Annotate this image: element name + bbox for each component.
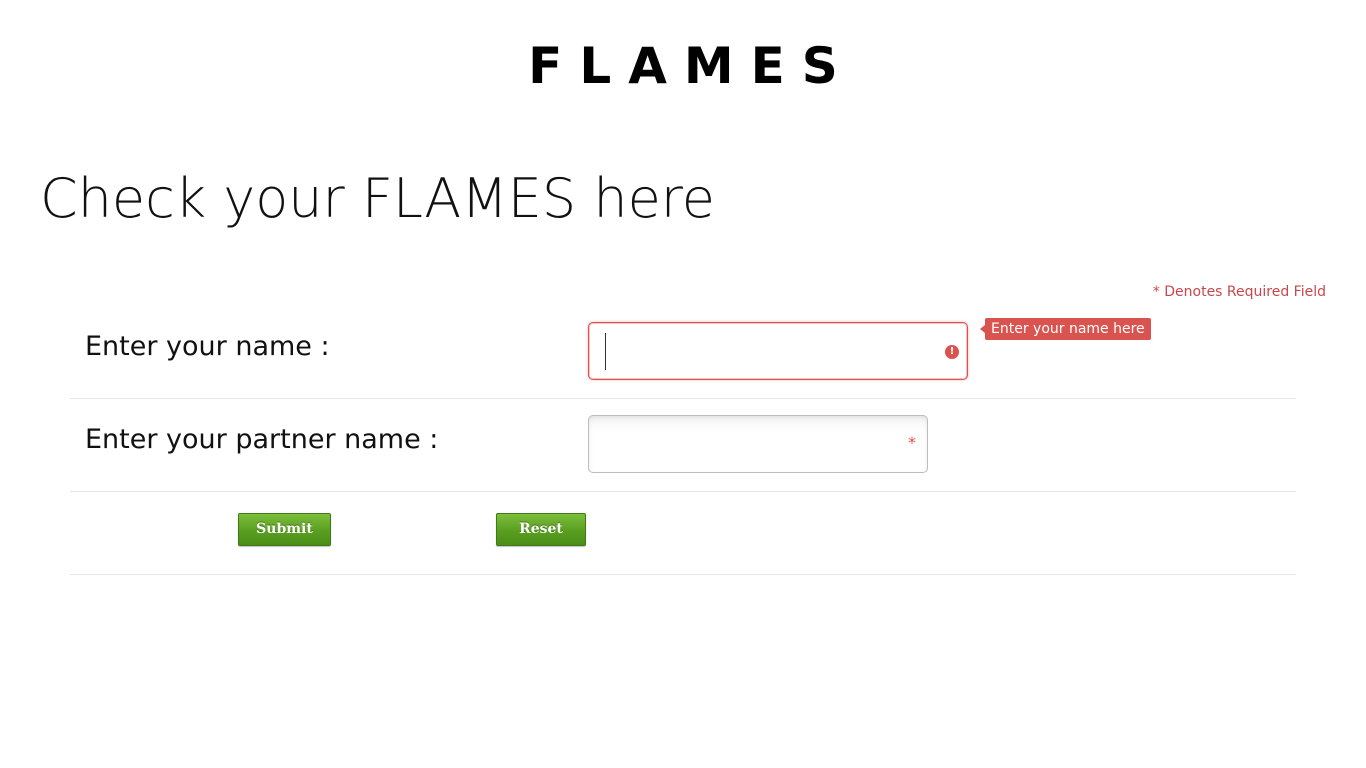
text-caret <box>605 333 606 370</box>
page-heading: Check your FLAMES here <box>40 167 716 230</box>
submit-button[interactable]: Submit <box>238 513 331 546</box>
name-label: Enter your name : <box>85 331 330 362</box>
form-row-buttons: Submit Reset <box>70 492 1296 575</box>
partner-name-label: Enter your partner name : <box>85 424 439 455</box>
partner-name-field[interactable]: * <box>588 415 928 473</box>
error-icon: ! <box>945 345 959 359</box>
required-field-note: * Denotes Required Field <box>1152 284 1326 300</box>
name-input[interactable] <box>603 331 935 373</box>
required-asterisk-icon: * <box>908 433 916 452</box>
app-title: FLAMES <box>528 37 855 95</box>
reset-button[interactable]: Reset <box>496 513 586 546</box>
name-error-tooltip: Enter your name here <box>980 318 1151 340</box>
name-field[interactable]: ! <box>588 322 968 380</box>
partner-name-input[interactable] <box>603 424 895 466</box>
form-row-partner: Enter your partner name : * <box>70 399 1296 492</box>
form-row-name: Enter your name : ! Enter your name here <box>70 306 1296 399</box>
